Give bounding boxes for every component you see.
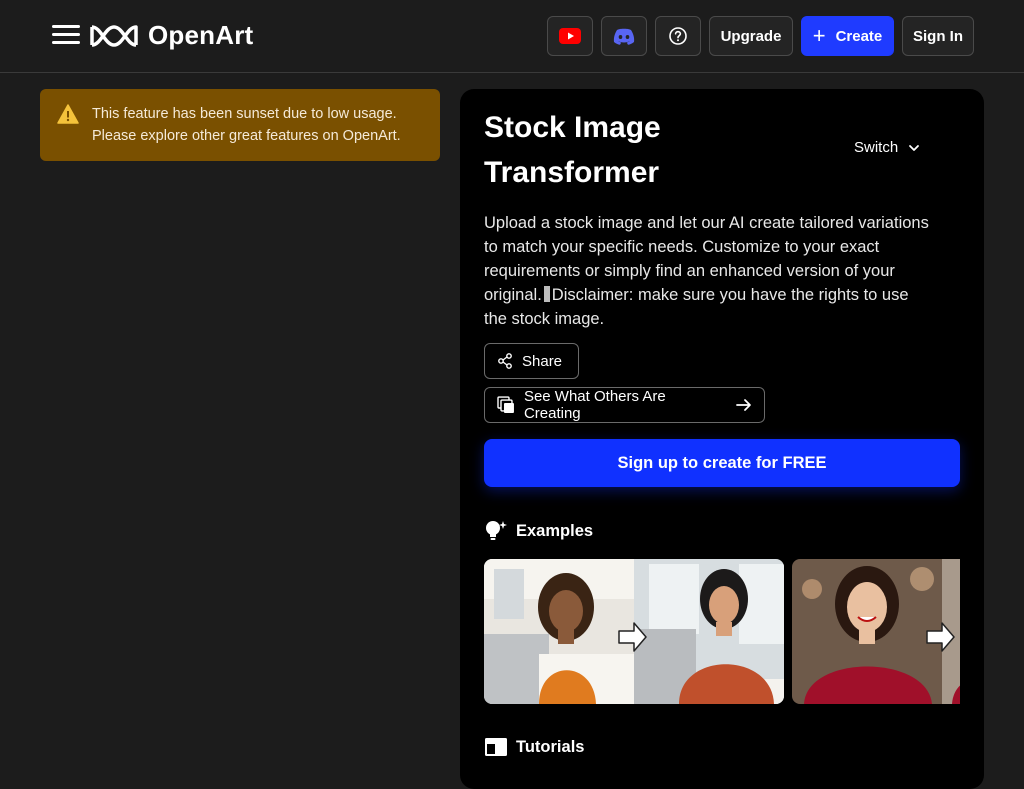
share-icon (498, 353, 512, 369)
example-image-before-after (792, 559, 960, 704)
banner-line-1: This feature has been sunset due to low … (92, 106, 397, 122)
examples-label: Examples (516, 521, 594, 540)
upgrade-button[interactable]: Upgrade (709, 16, 793, 56)
logo[interactable]: OpenArt (89, 20, 253, 51)
help-icon (669, 27, 687, 45)
create-label: Create (835, 27, 883, 45)
brand-name: OpenArt (148, 20, 254, 50)
warning-icon (57, 104, 79, 124)
tool-description: Upload a stock image and let our AI crea… (484, 211, 936, 331)
chevron-down-icon (909, 144, 920, 151)
example-card[interactable] (792, 559, 960, 704)
youtube-icon (559, 28, 581, 44)
title-line-1: Stock Image (484, 111, 661, 144)
see-others-button[interactable]: See What Others Are Creating (484, 387, 765, 423)
tool-card: Stock Image Transformer Switch Upload a … (460, 89, 984, 789)
examples-heading: Examples (484, 519, 593, 543)
sign-in-button[interactable]: Sign In (902, 16, 974, 56)
top-nav: OpenArt Upgrade + Create Sign In (0, 0, 1024, 73)
signup-cta-button[interactable]: Sign up to create for FREE (484, 439, 960, 487)
gallery-stack-icon (497, 396, 514, 413)
openart-logo-icon (90, 24, 138, 47)
text-caret (543, 286, 550, 302)
example-card[interactable] (484, 559, 784, 704)
tutorials-label: Tutorials (516, 737, 585, 756)
share-button[interactable]: Share (484, 343, 579, 379)
discord-icon (613, 28, 635, 45)
examples-carousel (484, 559, 960, 704)
switch-label: Switch (854, 139, 899, 156)
switch-dropdown[interactable]: Switch (854, 139, 920, 156)
help-button[interactable] (655, 16, 701, 56)
arrow-right-icon (736, 399, 751, 411)
banner-line-2: Please explore other great features on O… (92, 128, 401, 144)
see-others-label: See What Others Are Creating (523, 388, 666, 422)
title-line-2: Transformer (484, 156, 660, 189)
plus-icon: + (812, 23, 826, 48)
youtube-button[interactable] (547, 16, 593, 56)
sunset-warning-banner: This feature has been sunset due to low … (40, 89, 440, 161)
example-image-before-after (484, 559, 784, 704)
tutorial-window-icon (485, 738, 507, 756)
create-button[interactable]: + Create (801, 16, 894, 56)
page-title: Stock Image Transformer (484, 105, 804, 195)
discord-button[interactable] (601, 16, 647, 56)
lightbulb-sparkle-icon (486, 521, 507, 540)
menu-icon[interactable] (52, 25, 80, 47)
tutorials-heading: Tutorials (484, 737, 584, 757)
share-label: Share (522, 352, 563, 370)
